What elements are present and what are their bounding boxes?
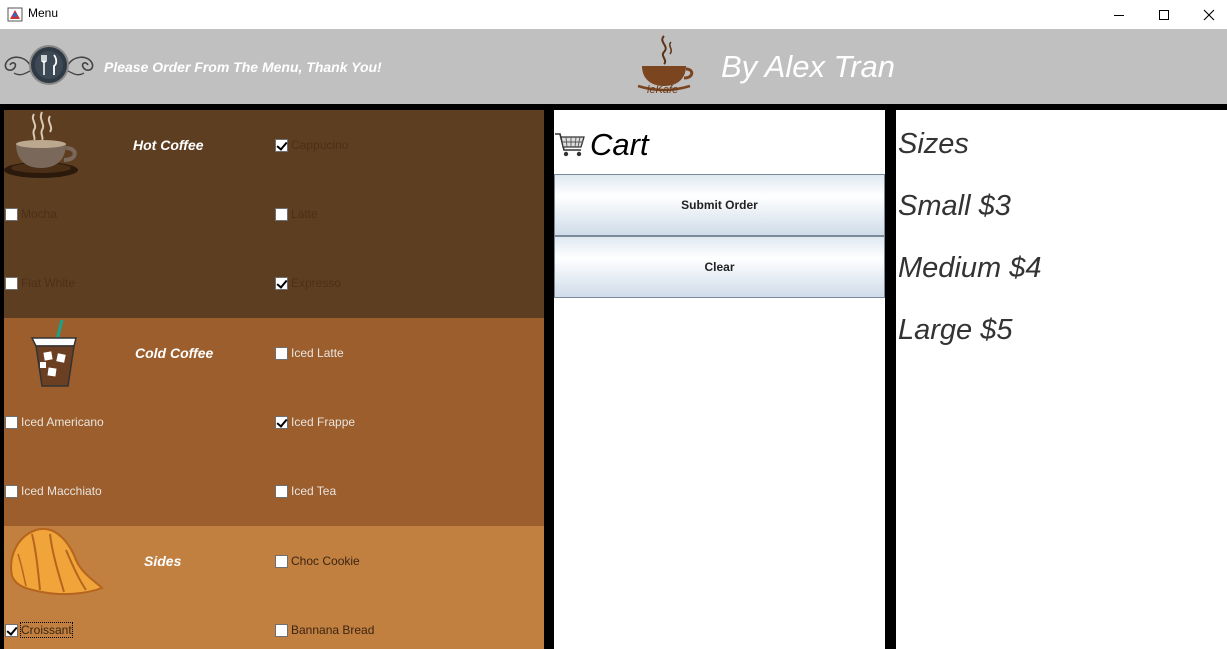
size-option-large: Large $5 (898, 314, 1013, 346)
restaurant-ornament-icon (4, 45, 94, 85)
shopping-cart-icon (555, 133, 585, 157)
checkbox-iced-frappe[interactable]: Iced Frappe (275, 415, 355, 429)
cart-panel: Cart Submit Order Clear (554, 110, 885, 649)
size-option-small: Small $3 (898, 190, 1011, 222)
checkbox-box[interactable] (275, 484, 288, 498)
checkbox-box[interactable] (275, 623, 288, 637)
checkbox-box[interactable] (275, 207, 288, 221)
checkbox-label: Cappucino (291, 138, 349, 152)
croissant-icon (10, 527, 104, 596)
checkbox-box[interactable] (275, 346, 288, 360)
sizes-panel: Sizes Small $3 Medium $4 Large $5 (896, 110, 1227, 649)
cart-title: Cart (590, 127, 649, 162)
hot-coffee-cup-icon (4, 111, 78, 178)
iced-coffee-cup-icon (30, 319, 77, 387)
checkbox-iced-tea[interactable]: Iced Tea (275, 484, 336, 498)
checkbox-box[interactable] (275, 138, 288, 152)
checkbox-label: Iced Frappe (291, 415, 356, 429)
checkbox-cappucino[interactable]: Cappucino (275, 138, 348, 152)
checkbox-box[interactable] (5, 207, 18, 221)
hot-coffee-section: Hot Coffee Cappucino Mocha Latte Flat Wh… (4, 110, 544, 318)
checkbox-bannana-bread[interactable]: Bannana Bread (275, 623, 374, 637)
checkbox-flat-white[interactable]: Flat White (5, 276, 75, 290)
menu-panel: Hot Coffee Cappucino Mocha Latte Flat Wh… (4, 110, 544, 649)
checkbox-mocha[interactable]: Mocha (5, 207, 57, 221)
close-icon (1203, 9, 1215, 20)
window-title: Menu (28, 6, 59, 20)
cold-coffee-title: Cold Coffee (135, 345, 214, 361)
checkbox-iced-americano[interactable]: Iced Americano (5, 415, 104, 429)
checkbox-label: Croissant (20, 622, 73, 638)
checkbox-box[interactable] (275, 415, 288, 429)
header-message: Please Order From The Menu, Thank You! (104, 59, 382, 75)
checkbox-label: Iced Americano (21, 415, 104, 429)
java-app-icon (7, 7, 23, 22)
checkbox-label: Mocha (21, 207, 58, 221)
checkbox-label: Iced Latte (291, 346, 344, 360)
title-bar: Menu (0, 0, 1227, 29)
checkbox-box[interactable] (5, 276, 18, 290)
checkbox-label: Choc Cookie (291, 554, 360, 568)
checkbox-label: Latte (291, 207, 318, 221)
checkbox-label: Iced Macchiato (21, 484, 102, 498)
maximize-button[interactable] (1141, 0, 1187, 29)
checkbox-box[interactable] (5, 415, 18, 429)
minimize-button[interactable] (1096, 0, 1142, 29)
checkbox-box[interactable] (5, 623, 18, 637)
sides-section: Sides Choc Cookie Croissant Bannana Brea… (4, 526, 544, 649)
checkbox-expresso[interactable]: Expresso (275, 276, 341, 290)
author-byline: By Alex Tran (721, 49, 895, 84)
clear-button[interactable]: Clear (554, 236, 885, 298)
minimize-icon (1114, 14, 1124, 16)
checkbox-latte[interactable]: Latte (275, 207, 318, 221)
header-banner: Please Order From The Menu, Thank You! l… (0, 29, 1227, 104)
checkbox-label: Iced Tea (291, 484, 337, 498)
size-option-medium: Medium $4 (898, 252, 1042, 284)
cold-coffee-section: Cold Coffee Iced Latte Iced Americano Ic… (4, 318, 544, 526)
checkbox-label: Bannana Bread (291, 623, 375, 637)
checkbox-iced-latte[interactable]: Iced Latte (275, 346, 344, 360)
checkbox-label: Flat White (21, 276, 76, 290)
sizes-title: Sizes (898, 128, 969, 160)
checkbox-choc-cookie[interactable]: Choc Cookie (275, 554, 360, 568)
checkbox-box[interactable] (5, 484, 18, 498)
close-button[interactable] (1186, 0, 1227, 29)
checkbox-iced-macchiato[interactable]: Iced Macchiato (5, 484, 102, 498)
cafe-logo-text: leKafe (647, 84, 679, 96)
checkbox-box[interactable] (275, 554, 288, 568)
hot-coffee-title: Hot Coffee (133, 137, 204, 153)
submit-order-button[interactable]: Submit Order (554, 174, 885, 236)
checkbox-box[interactable] (275, 276, 288, 290)
sides-title: Sides (144, 553, 182, 569)
maximize-icon (1159, 9, 1169, 20)
checkbox-label: Expresso (291, 276, 342, 290)
checkbox-croissant[interactable]: Croissant (5, 622, 73, 638)
